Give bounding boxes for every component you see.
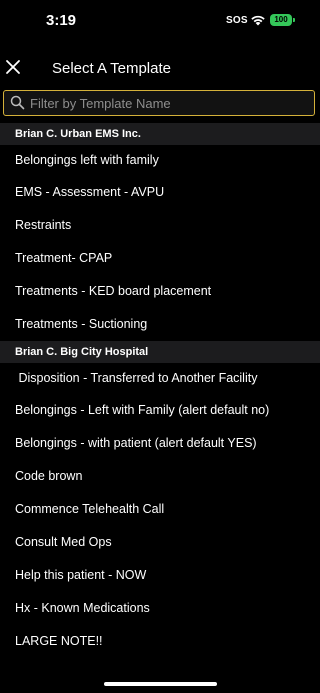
- status-bar: 3:19 SOS 100: [0, 0, 320, 44]
- list-item[interactable]: Code brown: [0, 460, 320, 493]
- list-item[interactable]: Consult Med Ops: [0, 526, 320, 559]
- list-item[interactable]: Disposition - Transferred to Another Fac…: [0, 363, 320, 394]
- list-item[interactable]: Belongings - with patient (alert default…: [0, 427, 320, 460]
- list-item[interactable]: LARGE NOTE!!: [0, 625, 320, 658]
- status-time: 3:19: [46, 12, 77, 29]
- search-input[interactable]: [30, 93, 308, 113]
- home-indicator[interactable]: [104, 682, 217, 686]
- list-item[interactable]: Belongings - Left with Family (alert def…: [0, 394, 320, 427]
- list-item[interactable]: Hx - Known Medications: [0, 592, 320, 625]
- list-item[interactable]: EMS - Assessment - AVPU: [0, 176, 320, 209]
- group-header: Brian C. Urban EMS Inc.: [0, 123, 320, 145]
- battery-icon: 100: [270, 14, 292, 26]
- wifi-icon: [251, 15, 265, 26]
- header: Select A Template: [0, 52, 320, 86]
- list-item[interactable]: Commence Telehealth Call: [0, 493, 320, 526]
- list-item[interactable]: Help this patient - NOW: [0, 559, 320, 592]
- close-icon[interactable]: [4, 58, 22, 76]
- search-icon: [10, 95, 25, 110]
- group-header: Brian C. Big City Hospital: [0, 341, 320, 363]
- search-field[interactable]: [3, 90, 315, 116]
- sos-indicator: SOS: [226, 15, 248, 26]
- list-item[interactable]: Belongings left with family: [0, 145, 320, 176]
- list-item[interactable]: Treatment- CPAP: [0, 242, 320, 275]
- template-list[interactable]: Brian C. Urban EMS Inc. Belongings left …: [0, 123, 320, 693]
- list-item[interactable]: Treatments - Suctioning: [0, 308, 320, 341]
- battery-tip: [293, 18, 295, 22]
- page-title: Select A Template: [52, 60, 171, 77]
- list-item[interactable]: Restraints: [0, 209, 320, 242]
- list-item[interactable]: Treatments - KED board placement: [0, 275, 320, 308]
